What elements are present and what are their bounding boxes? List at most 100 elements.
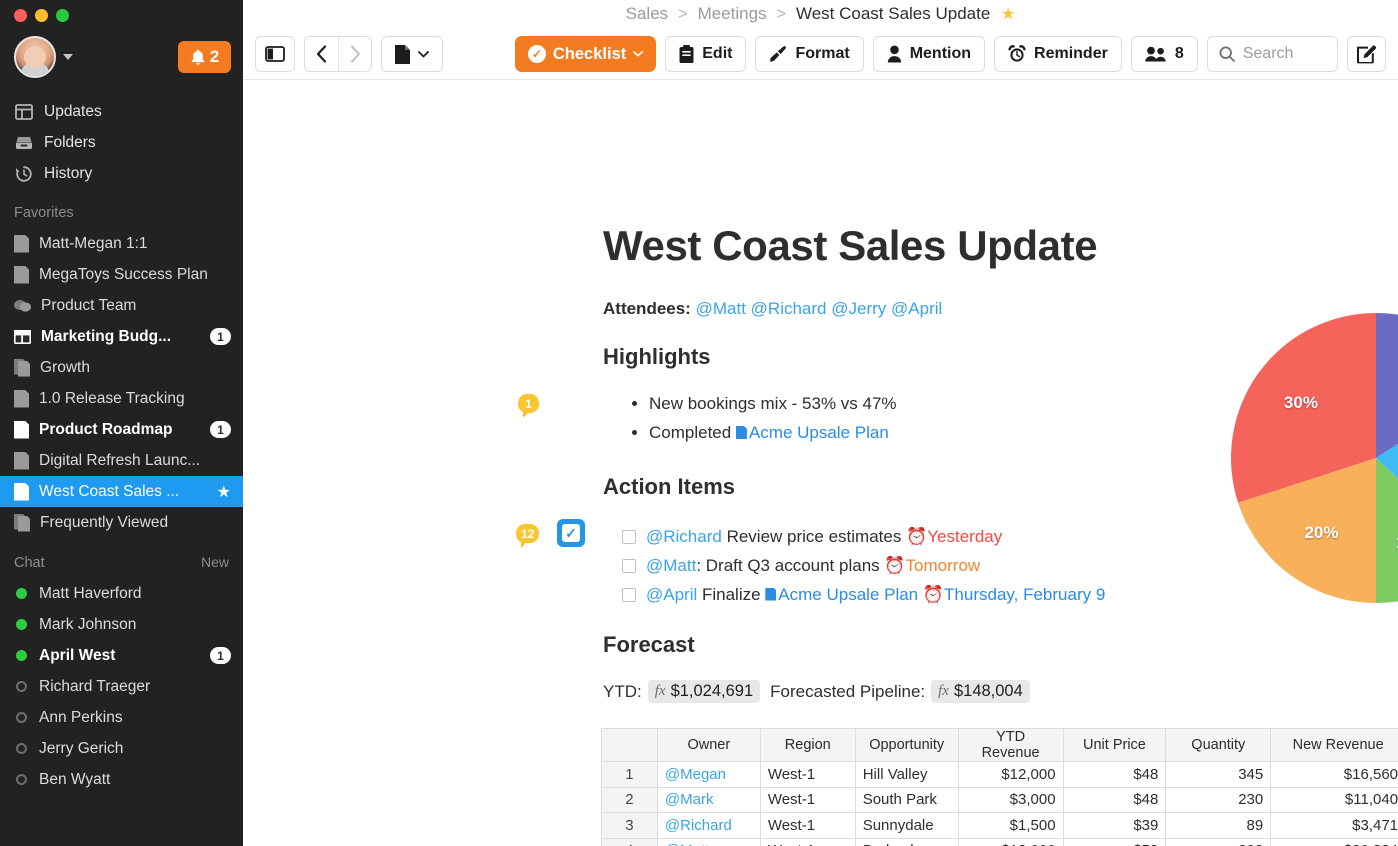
column-header[interactable]: Region xyxy=(759,728,856,762)
avatar[interactable] xyxy=(14,36,56,78)
sidebar-item-product-roadmap[interactable]: Product Roadmap 1 xyxy=(0,414,243,445)
column-header[interactable]: Owner xyxy=(656,728,761,762)
cell-region[interactable]: West-1 xyxy=(759,837,856,846)
doc-link[interactable]: Acme Upsale Plan xyxy=(749,423,889,442)
task-due[interactable]: Thursday, February 9 xyxy=(944,585,1105,604)
cell-ytd-revenue[interactable]: $12,000 xyxy=(957,761,1064,788)
cell-new-revenue[interactable]: $11,040 xyxy=(1270,786,1398,813)
back-button[interactable] xyxy=(305,37,339,71)
favorite-star-icon[interactable]: ★ xyxy=(1001,6,1015,23)
sidebar-item-growth[interactable]: Growth xyxy=(0,352,243,383)
task-due[interactable]: Tomorrow xyxy=(906,556,981,575)
chat-item-richard-traeger[interactable]: Richard Traeger xyxy=(0,671,243,702)
attendee-mention[interactable]: @Richard xyxy=(751,299,827,318)
column-header[interactable]: Unit Price xyxy=(1062,728,1167,762)
minimize-window-button[interactable] xyxy=(35,9,48,22)
forecast-table[interactable]: Owner Region Opportunity YTD Revenue Uni… xyxy=(601,728,1398,846)
cell-ytd-revenue[interactable]: $3,000 xyxy=(957,786,1064,813)
cell-new-revenue[interactable]: $20,384 xyxy=(1270,837,1398,846)
cell-unit-price[interactable]: $48 xyxy=(1062,761,1167,788)
format-button[interactable]: Format xyxy=(755,36,864,72)
compose-button[interactable] xyxy=(1347,36,1386,72)
chat-item-ann-perkins[interactable]: Ann Perkins xyxy=(0,702,243,733)
attendee-mention[interactable]: @Jerry xyxy=(831,299,886,318)
breadcrumb-meetings[interactable]: Meetings xyxy=(698,4,767,23)
pipeline-formula-chip[interactable]: fx $148,004 xyxy=(931,680,1030,703)
cell-region[interactable]: West-1 xyxy=(759,812,856,839)
column-header[interactable]: Quantity xyxy=(1165,728,1272,762)
chat-item-mark-johnson[interactable]: Mark Johnson xyxy=(0,609,243,640)
task-mention[interactable]: @April xyxy=(646,585,697,604)
table-row[interactable]: 4 @Matt West-1 Bedrock $12,000 $52 392 $… xyxy=(601,837,1398,846)
task-checkbox[interactable] xyxy=(622,529,636,544)
cell-region[interactable]: West-1 xyxy=(759,786,856,813)
edit-button[interactable]: Edit xyxy=(665,36,747,72)
cell-quantity[interactable]: 89 xyxy=(1165,812,1272,839)
column-header[interactable]: YTD Revenue xyxy=(957,728,1064,762)
task-checkbox[interactable] xyxy=(622,558,636,573)
sidebar-item-release-tracking[interactable]: 1.0 Release Tracking xyxy=(0,383,243,414)
cell-unit-price[interactable]: $52 xyxy=(1062,837,1167,846)
sidebar-item-folders[interactable]: Folders xyxy=(0,127,243,158)
cell-new-revenue[interactable]: $3,471 xyxy=(1270,812,1398,839)
cell-owner[interactable]: @Matt xyxy=(656,837,761,846)
sidebar-item-matt-megan[interactable]: Matt-Megan 1:1 xyxy=(0,228,243,259)
pie-slice[interactable] xyxy=(1376,458,1398,603)
sidebar-item-updates[interactable]: Updates xyxy=(0,96,243,127)
cell-unit-price[interactable]: $39 xyxy=(1062,812,1167,839)
reminder-button[interactable]: Reminder xyxy=(994,36,1122,72)
panel-toggle-button[interactable] xyxy=(255,36,295,72)
people-button[interactable]: 8 xyxy=(1130,36,1198,72)
pie-chart[interactable]: 16%21%13%20%30% xyxy=(1231,313,1398,603)
breadcrumb-sales[interactable]: Sales xyxy=(626,4,669,23)
chevron-down-icon[interactable] xyxy=(63,54,73,60)
column-header[interactable]: Opportunity xyxy=(854,728,959,762)
table-row[interactable]: 3 @Richard West-1 Sunnydale $1,500 $39 8… xyxy=(601,812,1398,839)
sidebar-item-marketing-budget[interactable]: Marketing Budg... 1 xyxy=(0,321,243,352)
chat-item-jerry-gerich[interactable]: Jerry Gerich xyxy=(0,733,243,764)
new-chat-button[interactable]: New xyxy=(201,554,229,570)
sidebar-item-digital-refresh[interactable]: Digital Refresh Launc... xyxy=(0,445,243,476)
sidebar-item-history[interactable]: History xyxy=(0,158,243,189)
chat-item-ben-wyatt[interactable]: Ben Wyatt xyxy=(0,764,243,795)
cell-quantity[interactable]: 392 xyxy=(1165,837,1272,846)
cell-owner[interactable]: @Megan xyxy=(656,761,761,788)
column-header[interactable] xyxy=(601,728,658,762)
task-mention[interactable]: @Richard xyxy=(646,527,722,546)
search-field[interactable]: Search xyxy=(1206,36,1338,72)
cell-quantity[interactable]: 230 xyxy=(1165,786,1272,813)
sidebar-item-megatoys[interactable]: MegaToys Success Plan xyxy=(0,259,243,290)
checklist-button[interactable]: ✓ Checklist xyxy=(514,36,657,72)
table-row[interactable]: 1 @Megan West-1 Hill Valley $12,000 $48 … xyxy=(601,761,1398,788)
cell-ytd-revenue[interactable]: $12,000 xyxy=(957,837,1064,846)
checklist-marker[interactable]: ✓ xyxy=(557,519,585,547)
cell-region[interactable]: West-1 xyxy=(759,761,856,788)
task-row[interactable]: @Richard Review price estimates ⏰Yesterd… xyxy=(622,522,1105,551)
attendee-mention[interactable]: @Matt xyxy=(696,299,746,318)
chat-item-matt-haverford[interactable]: Matt Haverford xyxy=(0,578,243,609)
task-mention[interactable]: @Matt xyxy=(646,556,696,575)
sidebar-item-west-coast-sales[interactable]: West Coast Sales ... ★ xyxy=(0,476,243,507)
doc-link[interactable]: Acme Upsale Plan xyxy=(778,585,918,604)
cell-new-revenue[interactable]: $16,560 xyxy=(1270,761,1398,788)
task-checkbox[interactable] xyxy=(622,587,636,602)
column-header[interactable]: New Revenue xyxy=(1270,728,1398,762)
pie-slice[interactable] xyxy=(1376,313,1398,458)
ytd-formula-chip[interactable]: fx $1,024,691 xyxy=(647,680,761,703)
attendee-mention[interactable]: @April xyxy=(891,299,942,318)
cell-quantity[interactable]: 345 xyxy=(1165,761,1272,788)
cell-unit-price[interactable]: $48 xyxy=(1062,786,1167,813)
comment-count-pin[interactable]: 12 xyxy=(516,524,540,548)
chat-item-april-west[interactable]: April West 1 xyxy=(0,640,243,671)
notifications-button[interactable]: 2 xyxy=(178,41,231,73)
cell-opportunity[interactable]: Hill Valley xyxy=(854,761,959,788)
maximize-window-button[interactable] xyxy=(56,9,69,22)
forward-button[interactable] xyxy=(338,37,372,71)
comment-count-pin[interactable]: 1 xyxy=(518,394,539,418)
cell-opportunity[interactable]: Bedrock xyxy=(854,837,959,846)
cell-owner[interactable]: @Richard xyxy=(656,812,761,839)
star-icon[interactable]: ★ xyxy=(217,482,231,502)
cell-ytd-revenue[interactable]: $1,500 xyxy=(957,812,1064,839)
task-row[interactable]: @April Finalize Acme Upsale Plan ⏰Thursd… xyxy=(622,580,1105,609)
sidebar-item-product-team[interactable]: Product Team xyxy=(0,290,243,321)
